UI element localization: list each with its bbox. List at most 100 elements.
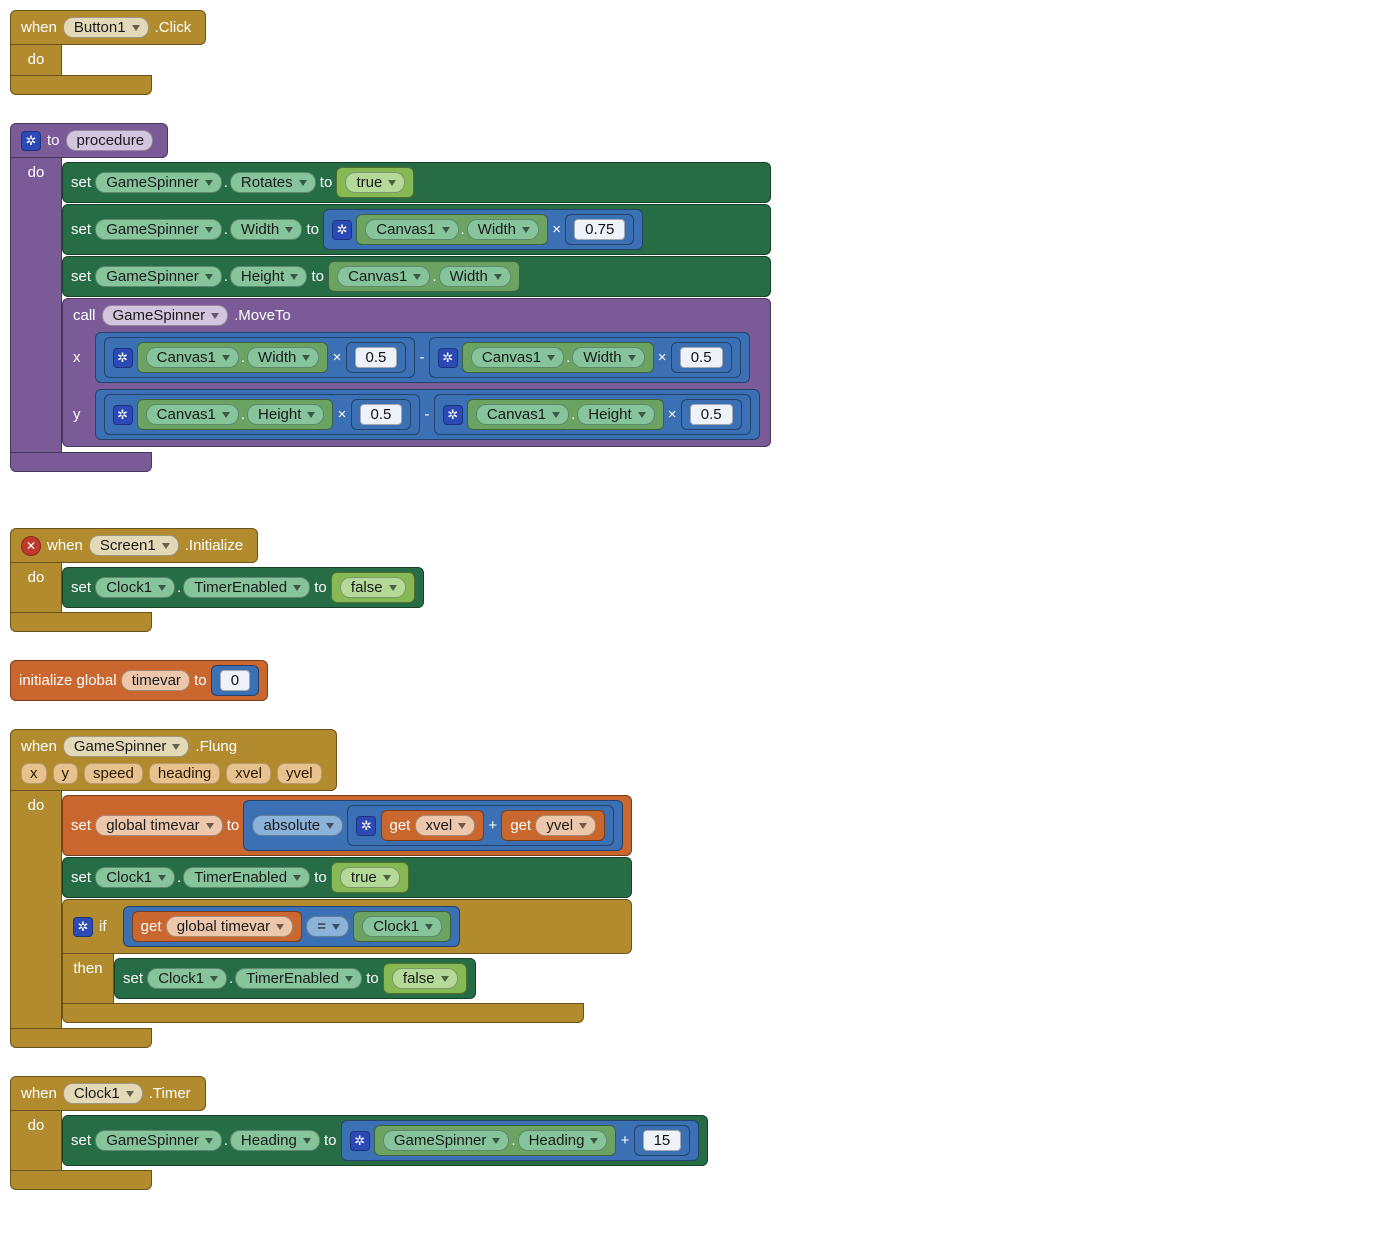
gear-icon[interactable]: ✲ [113, 405, 133, 425]
canvas-width-getter[interactable]: Canvas1 . Width [137, 342, 329, 373]
param-yvel[interactable]: yvel [277, 763, 322, 784]
set-timerenabled-true[interactable]: set Clock1 . TimerEnabled to true [62, 857, 632, 898]
proc-name[interactable]: procedure [66, 130, 154, 151]
dropdown-canvas1[interactable]: Canvas1 [476, 404, 569, 425]
dropdown-clock1[interactable]: Clock1 [95, 867, 175, 888]
canvas-width-getter[interactable]: Canvas1 . Width [328, 261, 520, 292]
math-multiply-block[interactable]: ✲ Canvas1 . Height × 0.5 [104, 394, 421, 435]
math-equals-block[interactable]: get global timevar = Clock1 [123, 906, 460, 947]
false-block[interactable]: false [331, 572, 415, 603]
dropdown-xvel[interactable]: xvel [415, 815, 476, 836]
dropdown-global-timevar[interactable]: global timevar [166, 916, 293, 937]
dropdown-height[interactable]: Height [577, 404, 654, 425]
if-block[interactable]: ✲ if get global timevar = Clock1 [62, 899, 632, 1023]
var-name-timevar[interactable]: timevar [121, 670, 190, 691]
dropdown-clock1[interactable]: Clock1 [362, 916, 442, 937]
dropdown-gamespinner[interactable]: GameSpinner [95, 172, 222, 193]
math-add-block[interactable]: ✲ get xvel + get yvel [347, 805, 614, 846]
set-timerenabled-false[interactable]: set Clock1 . TimerEnabled to false [62, 567, 424, 608]
number-block[interactable]: 0.5 [351, 399, 412, 430]
canvas-width-getter[interactable]: Canvas1 . Width [356, 214, 548, 245]
number-block[interactable]: 15 [634, 1125, 691, 1156]
dropdown-gamespinner[interactable]: GameSpinner [95, 219, 222, 240]
dropdown-absolute[interactable]: absolute [252, 815, 343, 836]
dropdown-canvas1[interactable]: Canvas1 [365, 219, 458, 240]
param-y[interactable]: y [53, 763, 79, 784]
dropdown-canvas1[interactable]: Canvas1 [146, 347, 239, 368]
param-speed[interactable]: speed [84, 763, 143, 784]
when-button1-click-block[interactable]: when Button1 .Click do [10, 10, 1374, 95]
math-multiply-block[interactable]: ✲ Canvas1 . Height × 0.5 [434, 394, 751, 435]
dropdown-yvel[interactable]: yvel [535, 815, 596, 836]
math-multiply-block[interactable]: ✲ Canvas1 . Width × 0.75 [323, 209, 643, 250]
canvas-height-getter[interactable]: Canvas1 . Height [137, 399, 334, 430]
set-global-timevar-block[interactable]: set global timevar to absolute ✲ get xve… [62, 795, 632, 856]
dropdown-canvas1[interactable]: Canvas1 [337, 266, 430, 287]
set-timerenabled-false[interactable]: set Clock1 . TimerEnabled to false [114, 958, 476, 999]
dropdown-timerenabled[interactable]: TimerEnabled [183, 867, 310, 888]
dropdown-rotates[interactable]: Rotates [230, 172, 316, 193]
gear-icon[interactable]: ✲ [21, 131, 41, 151]
param-heading[interactable]: heading [149, 763, 220, 784]
clock1-ref-block[interactable]: Clock1 [353, 911, 451, 942]
dropdown-true[interactable]: true [345, 172, 405, 193]
dropdown-global-timevar[interactable]: global timevar [95, 815, 222, 836]
number-block[interactable]: 0.75 [565, 214, 634, 245]
dropdown-width[interactable]: Width [439, 266, 511, 287]
dropdown-height[interactable]: Height [230, 266, 307, 287]
false-block[interactable]: false [383, 963, 467, 994]
dropdown-true[interactable]: true [340, 867, 400, 888]
gear-icon[interactable]: ✲ [438, 348, 458, 368]
gear-icon[interactable]: ✲ [443, 405, 463, 425]
true-block[interactable]: true [331, 862, 409, 893]
dropdown-button1[interactable]: Button1 [63, 17, 149, 38]
procedure-def-block[interactable]: ✲ to procedure do set GameSpinner . Rota… [10, 123, 1374, 472]
gear-icon[interactable]: ✲ [356, 816, 376, 836]
dropdown-canvas1[interactable]: Canvas1 [471, 347, 564, 368]
dropdown-heading[interactable]: Heading [230, 1130, 320, 1151]
dropdown-screen1[interactable]: Screen1 [89, 535, 179, 556]
when-gamespinner-flung-block[interactable]: when GameSpinner .Flung xyspeedheadingxv… [10, 729, 1374, 1048]
param-xvel[interactable]: xvel [226, 763, 271, 784]
dropdown-clock1[interactable]: Clock1 [95, 577, 175, 598]
call-moveto-block[interactable]: call GameSpinner .MoveTo x ✲ [62, 298, 771, 447]
get-yvel-block[interactable]: get yvel [501, 810, 605, 841]
get-xvel-block[interactable]: get xvel [381, 810, 485, 841]
error-icon[interactable]: ✕ [21, 536, 41, 556]
dropdown-gamespinner[interactable]: GameSpinner [383, 1130, 510, 1151]
gear-icon[interactable]: ✲ [350, 1131, 370, 1151]
dropdown-clock1[interactable]: Clock1 [147, 968, 227, 989]
dropdown-false[interactable]: false [392, 968, 458, 989]
dropdown-false[interactable]: false [340, 577, 406, 598]
dropdown-width[interactable]: Width [572, 347, 644, 368]
math-subtract-block[interactable]: ✲ Canvas1 . Width × 0.5 [95, 332, 750, 383]
set-height-block[interactable]: set GameSpinner . Height to Canvas1 . Wi… [62, 256, 771, 297]
gear-icon[interactable]: ✲ [113, 348, 133, 368]
dropdown-gamespinner[interactable]: GameSpinner [102, 305, 229, 326]
gear-icon[interactable]: ✲ [332, 220, 352, 240]
canvas-width-getter[interactable]: Canvas1 . Width [462, 342, 654, 373]
number-block[interactable]: 0.5 [681, 399, 742, 430]
init-global-timevar-block[interactable]: initialize global timevar to 0 [10, 660, 268, 701]
set-heading-block[interactable]: set GameSpinner . Heading to ✲ GameSpinn… [62, 1115, 708, 1166]
math-multiply-block[interactable]: ✲ Canvas1 . Width × 0.5 [104, 337, 416, 378]
dropdown-canvas1[interactable]: Canvas1 [146, 404, 239, 425]
dropdown-heading[interactable]: Heading [518, 1130, 608, 1151]
number-block[interactable]: 0 [211, 665, 259, 696]
number-block[interactable]: 0.5 [346, 342, 407, 373]
dropdown-timerenabled[interactable]: TimerEnabled [183, 577, 310, 598]
dropdown-clock1[interactable]: Clock1 [63, 1083, 143, 1104]
math-absolute-block[interactable]: absolute ✲ get xvel + get yvel [243, 800, 623, 851]
dropdown-gamespinner[interactable]: GameSpinner [63, 736, 190, 757]
gear-icon[interactable]: ✲ [73, 917, 93, 937]
math-multiply-block[interactable]: ✲ Canvas1 . Width × 0.5 [429, 337, 741, 378]
set-rotates-block[interactable]: set GameSpinner . Rotates to true [62, 162, 771, 203]
number-block[interactable]: 0.5 [671, 342, 732, 373]
when-clock1-timer-block[interactable]: when Clock1 .Timer do set GameSpinner . … [10, 1076, 1374, 1190]
dropdown-width[interactable]: Width [247, 347, 319, 368]
dropdown-gamespinner[interactable]: GameSpinner [95, 266, 222, 287]
math-subtract-block[interactable]: ✲ Canvas1 . Height × 0.5 [95, 389, 760, 440]
dropdown-height[interactable]: Height [247, 404, 324, 425]
dropdown-width[interactable]: Width [230, 219, 302, 240]
set-width-block[interactable]: set GameSpinner . Width to ✲ Canvas1 . W… [62, 204, 771, 255]
